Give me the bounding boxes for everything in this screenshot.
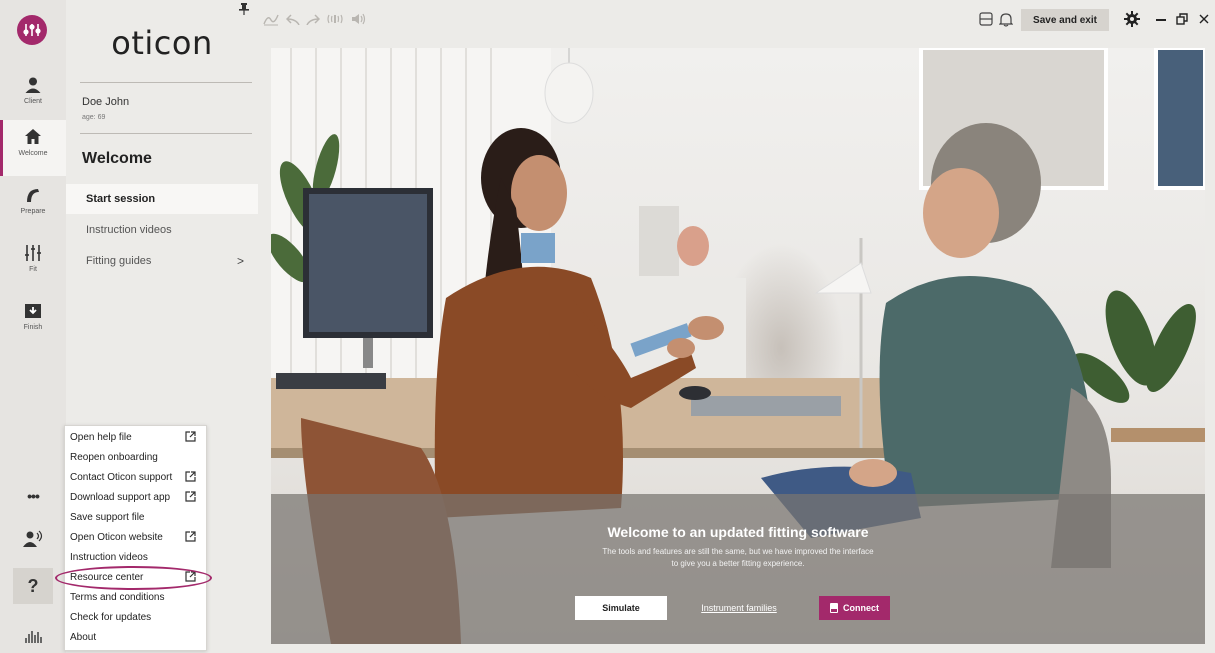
rail-item-welcome[interactable]: Welcome xyxy=(0,120,66,176)
help-button[interactable]: ? xyxy=(13,568,53,604)
restore-window-icon[interactable] xyxy=(1175,8,1189,30)
menu-item-save-support-file[interactable]: Save support file xyxy=(65,507,206,527)
menu-item-label: Save support file xyxy=(70,511,145,523)
menu-item-instruction-videos[interactable]: Instruction videos xyxy=(65,547,206,567)
instrument-families-link[interactable]: Instrument families xyxy=(693,596,785,620)
user-icon xyxy=(22,74,44,96)
hearing-aid-icon xyxy=(22,184,44,206)
download-box-icon xyxy=(22,300,44,322)
connect-button[interactable]: Connect xyxy=(819,596,890,620)
menu-item-terms-and-conditions[interactable]: Terms and conditions xyxy=(65,587,206,607)
redo-icon[interactable] xyxy=(304,10,322,28)
menu-item-resource-center[interactable]: Resource center xyxy=(65,567,206,587)
more-dots-icon: ••• xyxy=(27,488,40,504)
hero-banner xyxy=(271,494,1205,644)
more-options-button[interactable]: ••• xyxy=(0,486,66,506)
external-link-icon xyxy=(185,471,196,482)
hero-subtitle-line-1: The tools and features are still the sam… xyxy=(602,547,874,556)
menu-item-label: Open Oticon website xyxy=(70,531,163,543)
menu-item-check-for-updates[interactable]: Check for updates xyxy=(65,607,206,627)
nav-item-label: Instruction videos xyxy=(86,224,172,236)
menu-item-label: About xyxy=(70,631,97,643)
rail-label-prepare: Prepare xyxy=(20,208,46,215)
divider xyxy=(80,82,252,83)
menu-item-open-help-file[interactable]: Open help file xyxy=(65,427,206,447)
menu-item-label: Download support app xyxy=(70,491,171,503)
external-link-icon xyxy=(185,571,196,582)
rail-label-welcome: Welcome xyxy=(18,150,48,157)
rail-item-prepare[interactable]: Prepare xyxy=(0,178,66,234)
nav-item-start-session[interactable]: Start session xyxy=(66,184,258,214)
menu-item-label: Instruction videos xyxy=(70,551,148,563)
equalizer-icon xyxy=(24,629,42,648)
menu-item-label: Resource center xyxy=(70,571,144,583)
rail-label-finish: Finish xyxy=(23,324,43,331)
menu-item-download-support-app[interactable]: Download support app xyxy=(65,487,206,507)
hero-title: Welcome to an updated fitting software xyxy=(607,524,869,540)
rail-item-fit[interactable]: Fit xyxy=(0,236,66,292)
gear-icon[interactable] xyxy=(1123,8,1141,30)
home-icon xyxy=(22,126,44,148)
menu-item-about[interactable]: About xyxy=(65,627,206,647)
menu-item-label: Reopen onboarding xyxy=(70,451,158,463)
rail-item-finish[interactable]: Finish xyxy=(0,294,66,350)
left-rail: Client Welcome Prepare Fit Finish ••• ? xyxy=(0,0,67,653)
nav-item-label: Start session xyxy=(86,193,156,205)
pin-icon[interactable] xyxy=(239,3,249,18)
minimize-icon[interactable] xyxy=(1155,8,1167,30)
menu-item-label: Open help file xyxy=(70,431,132,443)
nav-item-fitting-guides[interactable]: Fitting guides > xyxy=(66,246,258,276)
menu-item-open-oticon-website[interactable]: Open Oticon website xyxy=(65,527,206,547)
welcome-hero: Welcome to an updated fitting software T… xyxy=(271,48,1205,644)
external-link-icon xyxy=(185,491,196,502)
divider xyxy=(80,133,252,134)
help-menu: Open help file Reopen onboarding Contact… xyxy=(64,425,207,651)
external-link-icon xyxy=(185,431,196,442)
simulate-button[interactable]: Simulate xyxy=(575,596,667,620)
battery-icon[interactable] xyxy=(978,8,994,30)
hearing-aid-icon xyxy=(830,603,838,613)
sliders-icon xyxy=(22,242,44,264)
bell-icon[interactable] xyxy=(998,8,1014,30)
undo-icon[interactable] xyxy=(284,10,302,28)
rail-label-client: Client xyxy=(24,98,42,105)
nav-item-instruction-videos[interactable]: Instruction videos xyxy=(66,215,258,245)
menu-item-label: Terms and conditions xyxy=(70,591,165,603)
chevron-right-icon: > xyxy=(236,254,244,268)
connect-label: Connect xyxy=(843,603,879,613)
page-title: Welcome xyxy=(82,150,152,167)
client-sound-button[interactable] xyxy=(0,528,66,554)
speaker-icon[interactable] xyxy=(350,10,368,28)
hero-subtitle-line-2: to give you a better fitting experience. xyxy=(671,559,805,568)
menu-item-label: Check for updates xyxy=(70,611,152,623)
menu-item-reopen-onboarding[interactable]: Reopen onboarding xyxy=(65,447,206,467)
app-logo-icon[interactable] xyxy=(17,15,47,45)
rail-label-fit: Fit xyxy=(29,266,37,273)
top-toolbar: Save and exit xyxy=(258,0,1215,38)
sign-icon[interactable] xyxy=(262,10,280,28)
equalizer-button[interactable] xyxy=(0,628,66,648)
external-link-icon xyxy=(185,531,196,542)
question-mark-icon: ? xyxy=(27,575,39,596)
close-icon[interactable] xyxy=(1198,8,1210,30)
person-sound-icon xyxy=(22,530,44,553)
nav-item-label: Fitting guides xyxy=(86,255,152,267)
client-age: age: 69 xyxy=(82,114,106,121)
save-and-exit-button[interactable]: Save and exit xyxy=(1021,9,1109,31)
rail-item-client[interactable]: Client xyxy=(0,68,66,124)
menu-item-label: Contact Oticon support xyxy=(70,471,173,483)
mute-left-icon[interactable] xyxy=(326,10,344,28)
client-name[interactable]: Doe John xyxy=(82,96,129,108)
brand-logo: oticon xyxy=(111,24,213,62)
menu-item-contact-oticon-support[interactable]: Contact Oticon support xyxy=(65,467,206,487)
